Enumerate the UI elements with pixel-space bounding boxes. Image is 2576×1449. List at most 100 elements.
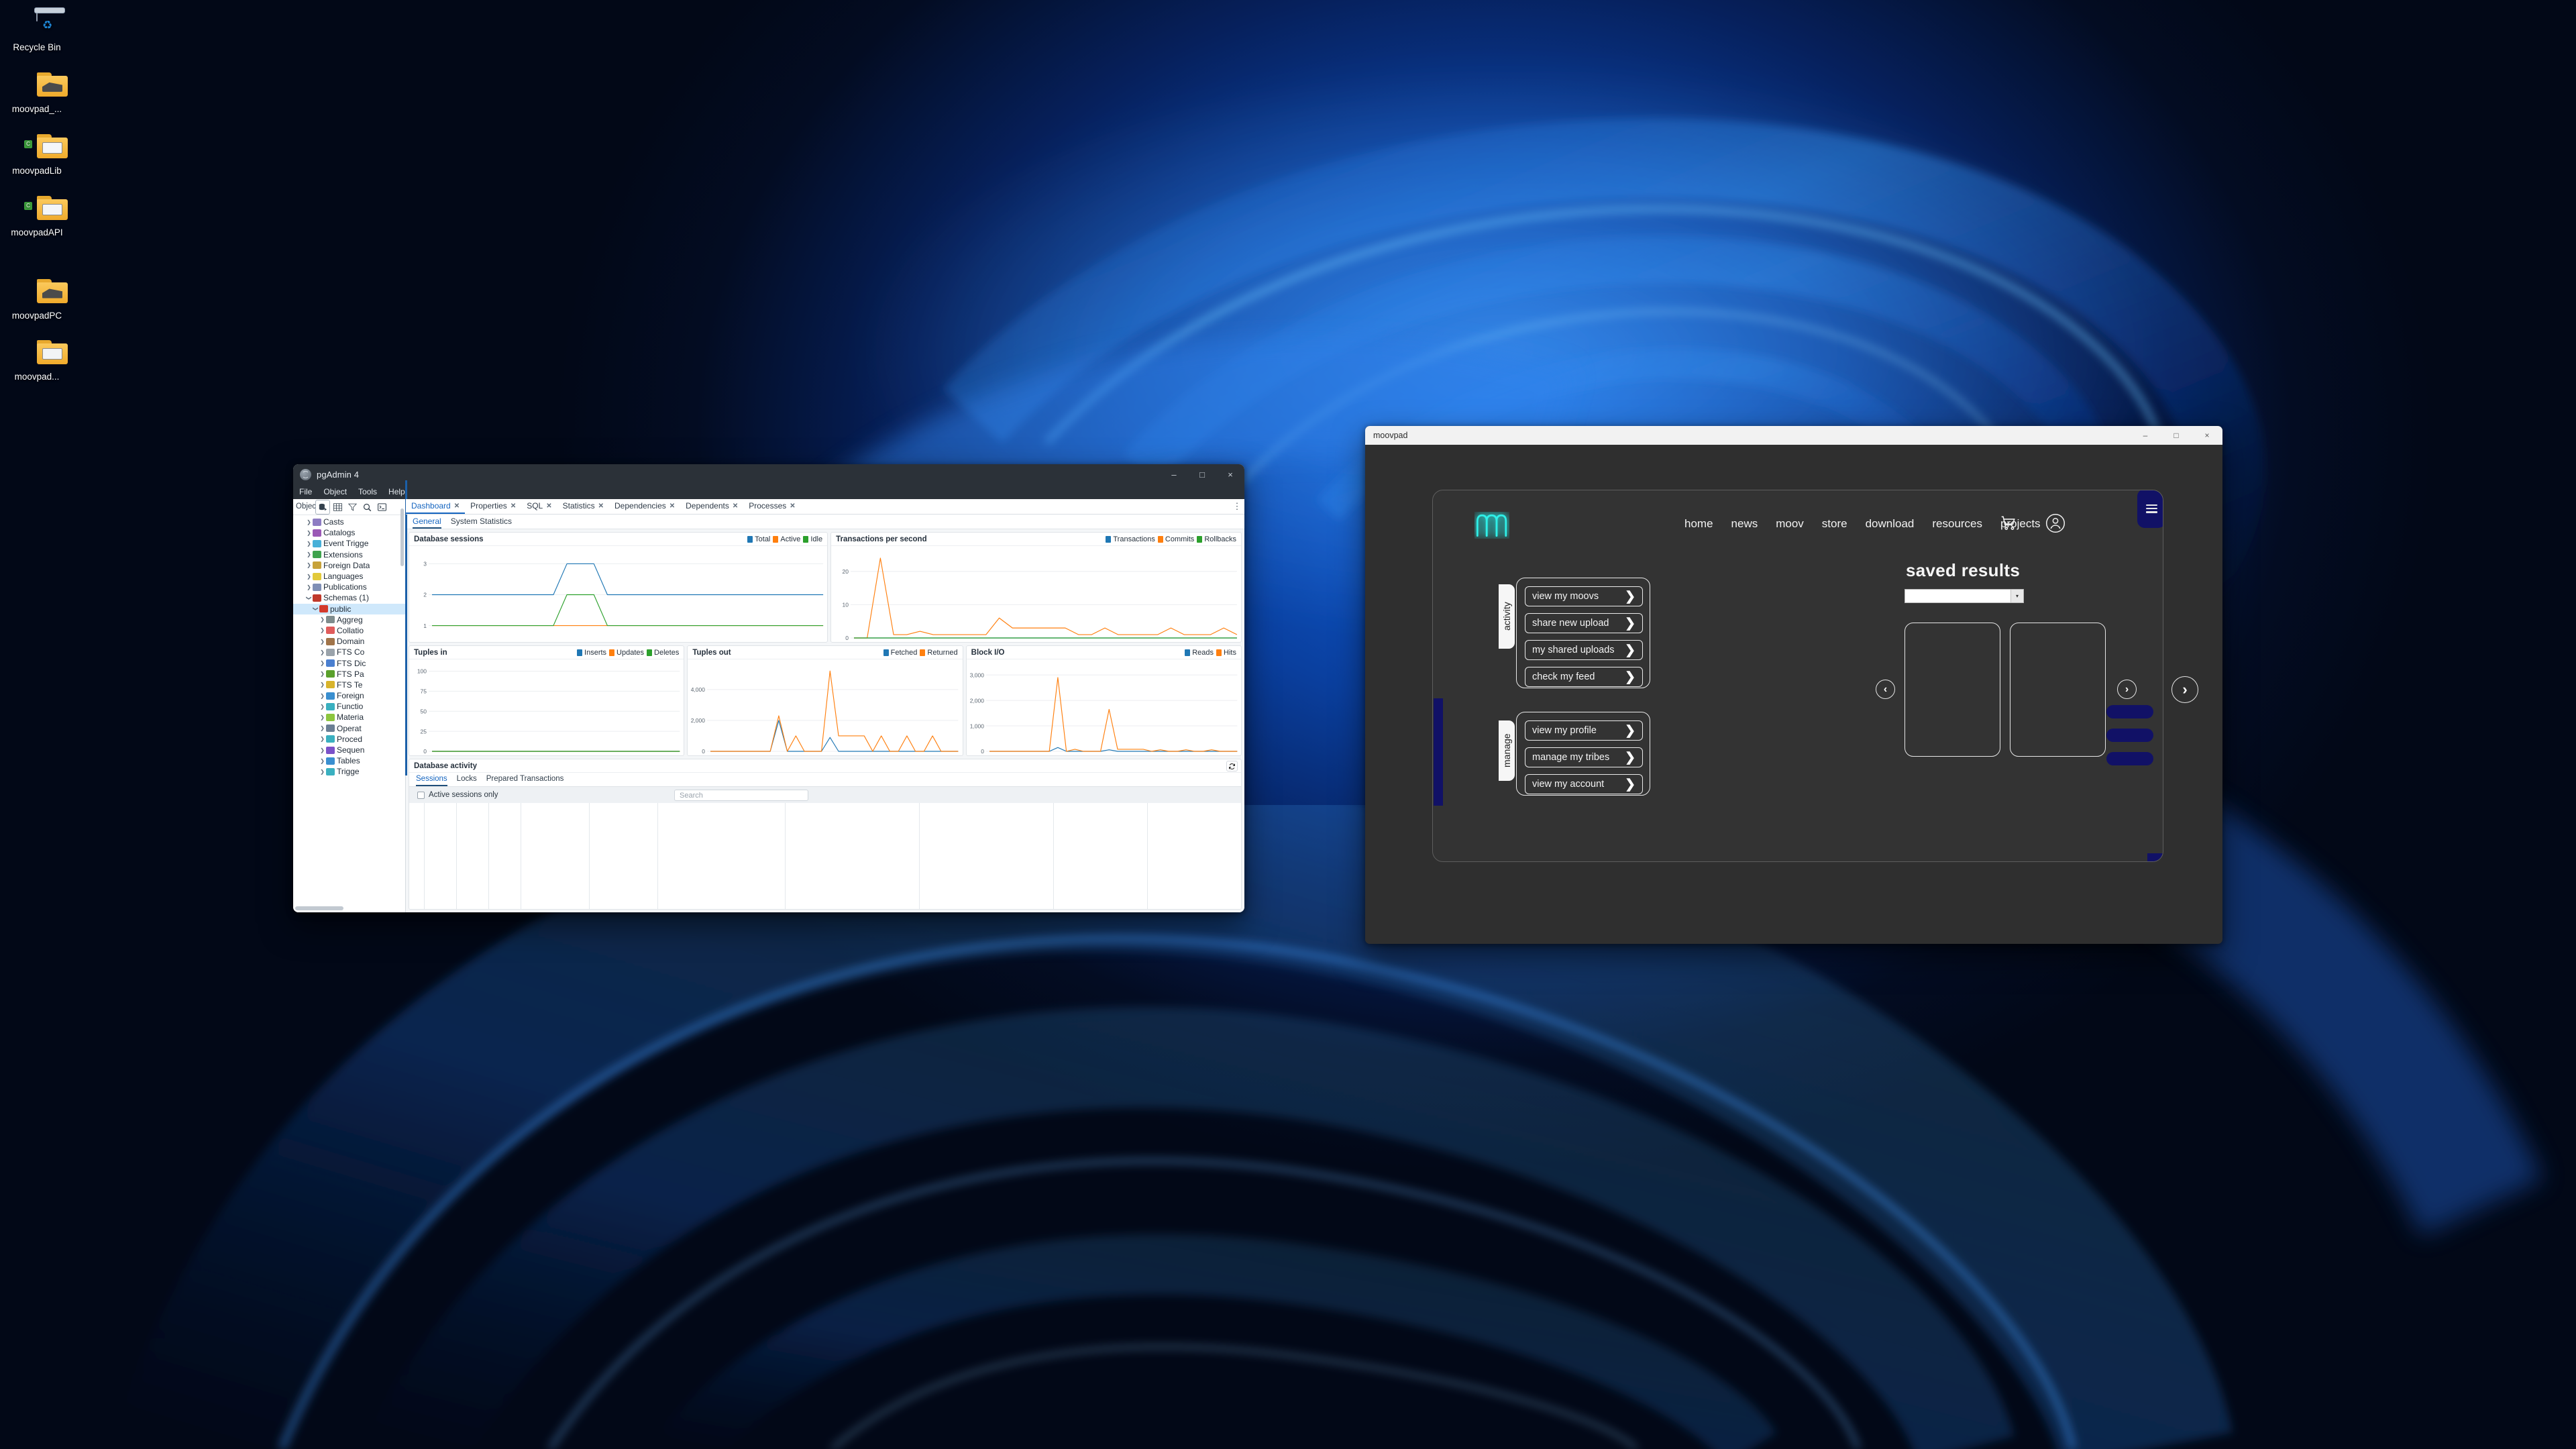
moovpad-nav[interactable]: home news moov store download resources projec… bbox=[1684, 517, 2041, 531]
chevron-right-icon[interactable]: ❯ bbox=[319, 704, 326, 710]
moovpad-titlebar[interactable]: moovpad – □ × bbox=[1365, 426, 2222, 445]
sessions-grid[interactable] bbox=[409, 803, 1241, 909]
button-check-my-feed[interactable]: check my feed ❯ bbox=[1525, 667, 1643, 687]
chevron-right-icon[interactable]: ❯ bbox=[319, 671, 326, 677]
tree-node[interactable]: ❯ Catalogs bbox=[293, 527, 405, 538]
menu-file[interactable]: File bbox=[299, 487, 312, 496]
tree-node[interactable]: ❯ FTS Pa bbox=[293, 669, 405, 680]
nav-link-home[interactable]: home bbox=[1684, 517, 1713, 531]
pgadmin-window[interactable]: pgAdmin 4 – □ × File Object Tools Help O… bbox=[293, 464, 1244, 912]
result-card[interactable] bbox=[2010, 623, 2106, 757]
tab-sql[interactable]: SQL ✕ bbox=[521, 499, 557, 514]
accent-pill-1[interactable] bbox=[2106, 705, 2153, 718]
tab-dependents[interactable]: Dependents ✕ bbox=[680, 499, 743, 514]
tree-node[interactable]: ❯ Foreign Data bbox=[293, 560, 405, 571]
chevron-down-icon[interactable]: ❯ bbox=[306, 594, 312, 602]
chevron-right-icon[interactable]: ❯ bbox=[305, 562, 313, 568]
tree-node[interactable]: ❯ Materia bbox=[293, 712, 405, 722]
tree-node[interactable]: ❯ Languages bbox=[293, 571, 405, 582]
tree-vertical-scrollbar[interactable] bbox=[400, 508, 404, 566]
result-card[interactable] bbox=[1904, 623, 2000, 757]
nav-link-download[interactable]: download bbox=[1866, 517, 1915, 531]
moovpad-window[interactable]: moovpad – □ × home news moov store downl… bbox=[1365, 426, 2222, 944]
activity-tabs[interactable]: Sessions Locks Prepared Transactions bbox=[409, 773, 1241, 787]
terminal-icon[interactable] bbox=[374, 500, 389, 515]
maximize-button[interactable]: □ bbox=[1188, 464, 1216, 484]
close-icon[interactable]: ✕ bbox=[733, 502, 738, 510]
tree-node[interactable]: ❯ Publications bbox=[293, 582, 405, 592]
chevron-right-icon[interactable]: ❯ bbox=[319, 725, 326, 731]
close-icon[interactable]: ✕ bbox=[598, 502, 604, 510]
nav-link-store[interactable]: store bbox=[1822, 517, 1847, 531]
tree-node[interactable]: ❯ Event Trigge bbox=[293, 538, 405, 549]
tree-horizontal-scrollbar[interactable] bbox=[295, 906, 343, 910]
tree-node[interactable]: ❯ Schemas (1) bbox=[293, 592, 405, 603]
button-my-shared-uploads[interactable]: my shared uploads ❯ bbox=[1525, 640, 1643, 660]
tree-node[interactable]: ❯ FTS Co bbox=[293, 647, 405, 657]
close-icon[interactable]: ✕ bbox=[669, 502, 675, 510]
close-button[interactable]: × bbox=[1216, 464, 1244, 484]
tree-node[interactable]: ❯ Proced bbox=[293, 734, 405, 745]
nav-link-resources[interactable]: resources bbox=[1932, 517, 1982, 531]
carousel-prev-button[interactable]: ‹ bbox=[1876, 680, 1895, 699]
carousel-next-button[interactable]: › bbox=[2117, 680, 2137, 699]
tree-node[interactable]: ❯ public bbox=[293, 603, 405, 614]
tree-node[interactable]: ❯ Collatio bbox=[293, 625, 405, 636]
user-account-icon[interactable] bbox=[2045, 513, 2065, 533]
desktop-icon-moovpadpc[interactable]: moovpadPC bbox=[0, 275, 74, 325]
desktop-icon-moovpad-doc[interactable]: moovpad... bbox=[0, 336, 74, 386]
menu-object[interactable]: Object bbox=[323, 487, 347, 496]
close-icon[interactable]: ✕ bbox=[546, 502, 551, 510]
tab-properties[interactable]: Properties ✕ bbox=[465, 499, 521, 514]
carousel-outer-next-button[interactable]: › bbox=[2171, 676, 2198, 703]
chevron-right-icon[interactable]: ❯ bbox=[305, 530, 313, 536]
chevron-right-icon[interactable]: ❯ bbox=[319, 649, 326, 655]
dashboard-subtabs[interactable]: General System Statistics bbox=[406, 515, 1244, 529]
tab-dependencies[interactable]: Dependencies ✕ bbox=[609, 499, 680, 514]
minimize-button[interactable]: – bbox=[2130, 426, 2161, 445]
chevron-right-icon[interactable]: ❯ bbox=[319, 660, 326, 666]
chevron-down-icon[interactable]: ❯ bbox=[313, 605, 319, 612]
button-view-my-moovs[interactable]: view my moovs ❯ bbox=[1525, 586, 1643, 606]
desktop-icon-recycle-bin[interactable]: ♻ Recycle Bin bbox=[0, 7, 74, 56]
chevron-right-icon[interactable]: ❯ bbox=[319, 758, 326, 764]
tree-node[interactable]: ❯ Aggreg bbox=[293, 614, 405, 625]
activity-tab-locks[interactable]: Locks bbox=[457, 773, 477, 786]
chevron-right-icon[interactable]: ❯ bbox=[319, 769, 326, 775]
tab-processes[interactable]: Processes ✕ bbox=[743, 499, 800, 514]
accent-pill-3[interactable] bbox=[2106, 752, 2153, 765]
menu-tools[interactable]: Tools bbox=[358, 487, 377, 496]
nav-link-news[interactable]: news bbox=[1731, 517, 1758, 531]
subtab-general[interactable]: General bbox=[413, 515, 441, 529]
panel-tab-manage[interactable]: manage bbox=[1499, 720, 1515, 781]
desktop-icon-moovpadapi[interactable]: C moovpadAPI bbox=[0, 192, 74, 241]
hamburger-menu-button[interactable] bbox=[2137, 490, 2163, 528]
moovpad-m-logo-icon[interactable] bbox=[1474, 512, 1509, 539]
close-icon[interactable]: ✕ bbox=[454, 502, 460, 510]
menu-help[interactable]: Help bbox=[388, 487, 405, 496]
desktop-icon-moovpad-archive[interactable]: moovpad_... bbox=[0, 68, 74, 118]
filter-icon[interactable] bbox=[345, 500, 360, 515]
tree-node[interactable]: ❯ Casts bbox=[293, 517, 405, 527]
button-manage-my-tribes[interactable]: manage my tribes ❯ bbox=[1525, 747, 1643, 767]
chevron-right-icon[interactable]: ❯ bbox=[305, 519, 313, 525]
button-view-my-profile[interactable]: view my profile ❯ bbox=[1525, 720, 1643, 741]
tree-node[interactable]: ❯ FTS Te bbox=[293, 680, 405, 690]
chevron-right-icon[interactable]: ❯ bbox=[319, 714, 326, 720]
tab-statistics[interactable]: Statistics ✕ bbox=[557, 499, 609, 514]
button-view-my-account[interactable]: view my account ❯ bbox=[1525, 774, 1643, 794]
tree-node[interactable]: ❯ Functio bbox=[293, 701, 405, 712]
close-icon[interactable]: ✕ bbox=[790, 502, 795, 510]
search-input[interactable]: Search bbox=[674, 790, 808, 801]
search-icon[interactable] bbox=[360, 500, 374, 515]
chevron-right-icon[interactable]: ❯ bbox=[305, 541, 313, 547]
kebab-menu-icon[interactable]: ⋮ bbox=[1230, 499, 1244, 514]
chevron-right-icon[interactable]: ❯ bbox=[319, 747, 326, 753]
desktop-icon-moovpadlib[interactable]: C moovpadLib bbox=[0, 130, 74, 180]
table-grid-icon[interactable] bbox=[330, 500, 345, 515]
chevron-right-icon[interactable]: ❯ bbox=[305, 551, 313, 557]
maximize-button[interactable]: □ bbox=[2161, 426, 2192, 445]
active-sessions-only-checkbox[interactable] bbox=[417, 791, 425, 799]
pgadmin-titlebar[interactable]: pgAdmin 4 – □ × bbox=[293, 464, 1244, 484]
chevron-right-icon[interactable]: ❯ bbox=[319, 693, 326, 699]
